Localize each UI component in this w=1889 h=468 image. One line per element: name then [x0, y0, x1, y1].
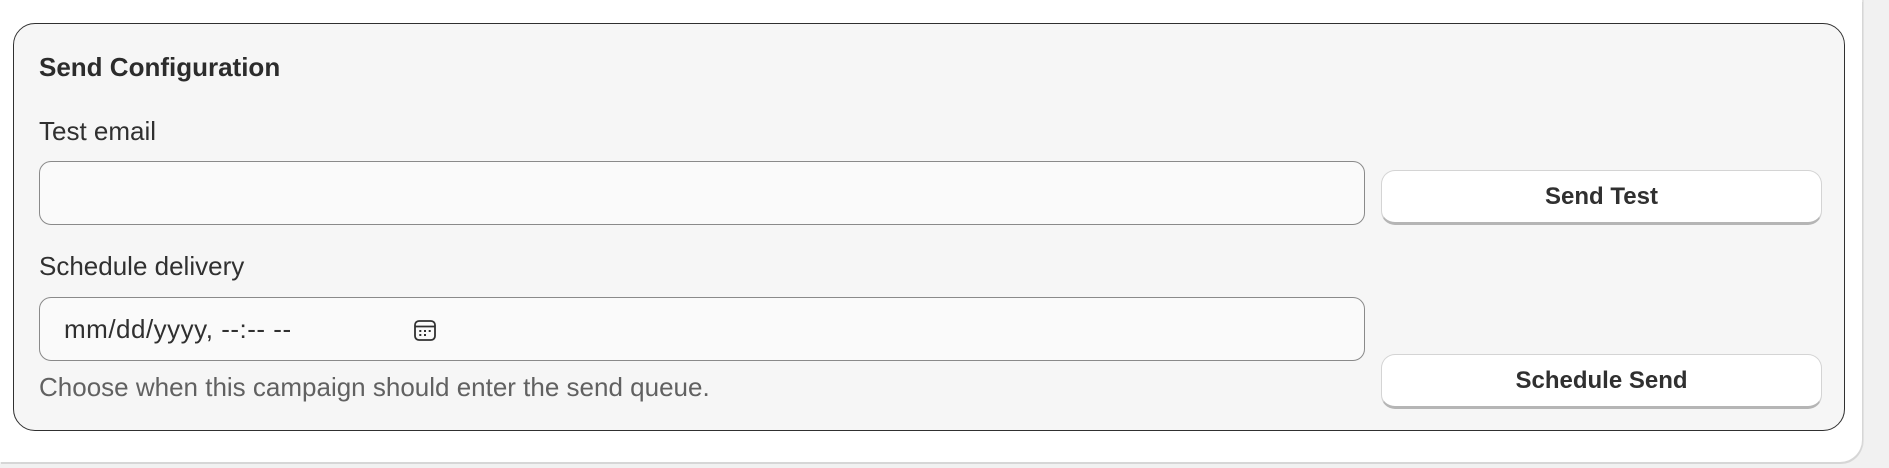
section-title: Send Configuration: [39, 52, 281, 82]
schedule-send-button[interactable]: Schedule Send: [1381, 354, 1822, 409]
datetime-placeholder[interactable]: mm/dd/yyyy, --:-- --: [64, 314, 292, 345]
test-email-label: Test email: [39, 116, 157, 146]
send-configuration-section: Send Configuration Test email Send Test …: [13, 23, 1845, 431]
send-test-button[interactable]: Send Test: [1381, 170, 1822, 225]
schedule-help-text: Choose when this campaign should enter t…: [39, 372, 710, 402]
schedule-delivery-label: Schedule delivery: [39, 251, 245, 281]
schedule-datetime-input[interactable]: mm/dd/yyyy, --:-- --: [39, 297, 1365, 361]
test-email-input[interactable]: [39, 161, 1365, 225]
calendar-icon[interactable]: [413, 318, 437, 342]
page-card: Send Configuration Test email Send Test …: [0, 0, 1862, 462]
